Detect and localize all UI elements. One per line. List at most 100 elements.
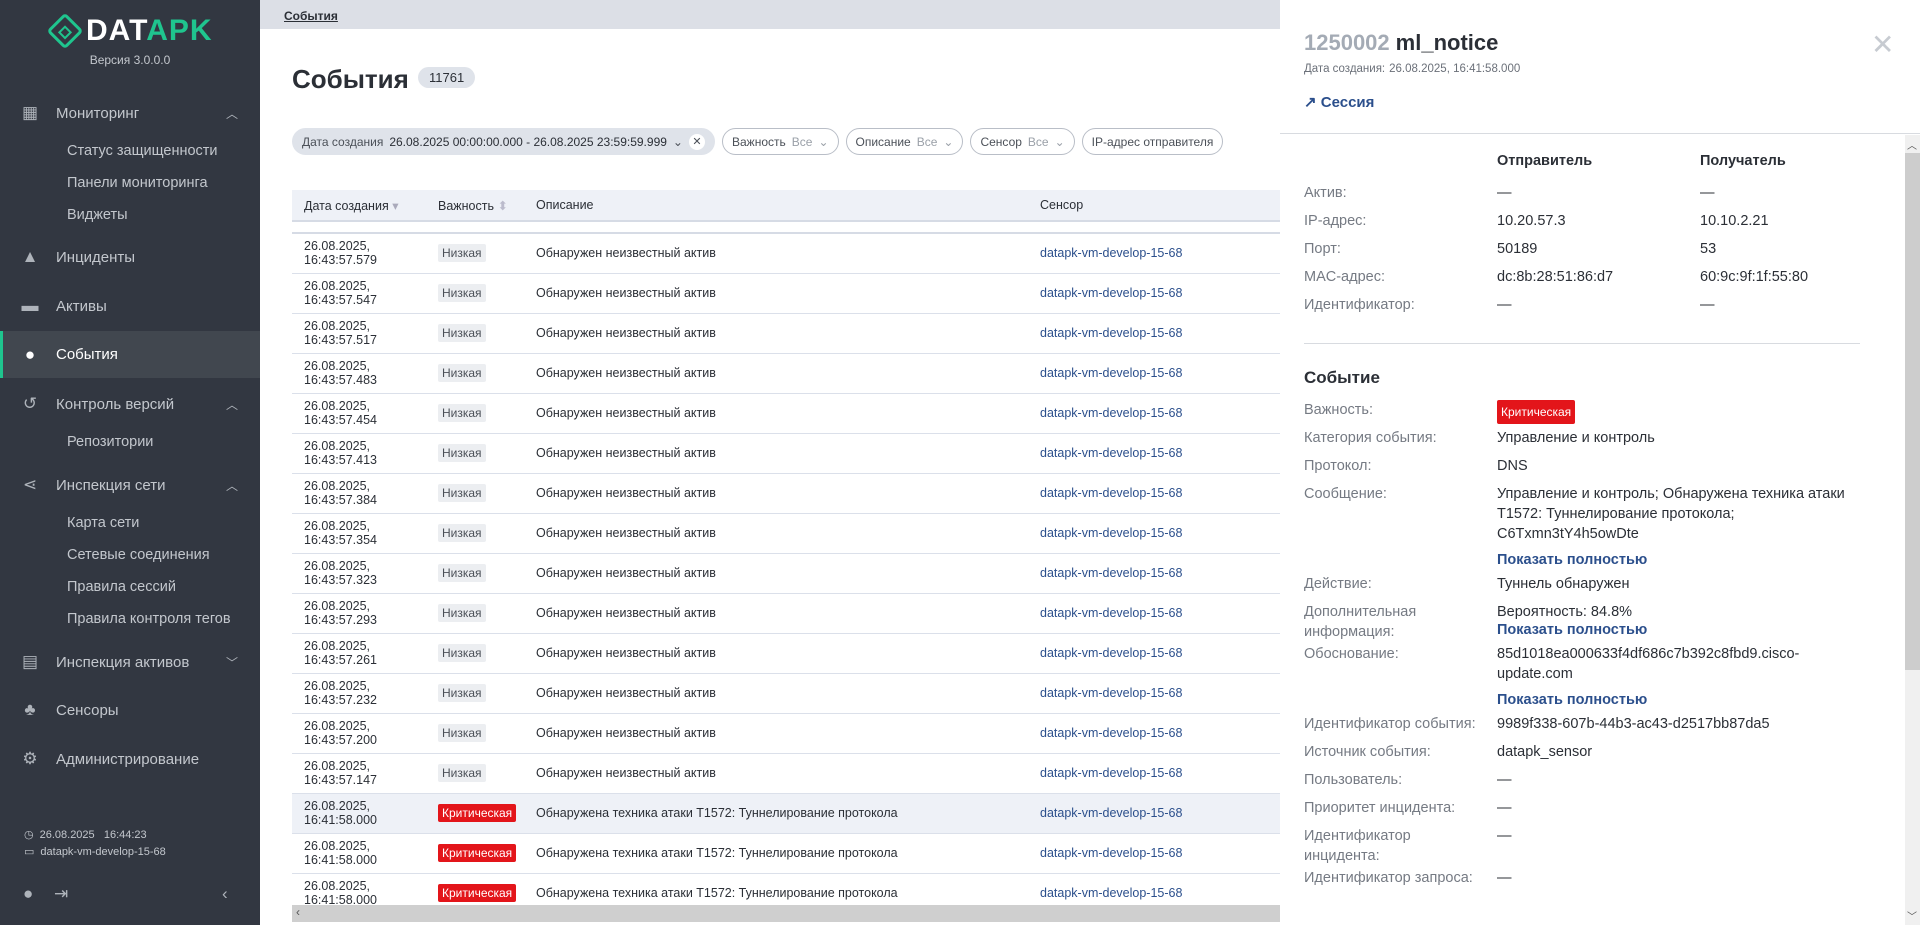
sensor-link[interactable]: datapk-vm-develop-15-68 xyxy=(1040,526,1182,540)
cell-description: Обнаружен неизвестный актив xyxy=(524,393,1028,434)
filter-label: Дата создания xyxy=(302,134,384,149)
nav-incidents[interactable]: ▲ Инциденты xyxy=(0,234,260,280)
breadcrumb-link[interactable]: События xyxy=(284,9,338,23)
nav-network-map[interactable]: Карта сети xyxy=(67,515,139,531)
table-row[interactable]: 26.08.2025, 16:43:57.547 Низкая Обнаруже… xyxy=(292,273,1280,314)
cell-date: 26.08.2025, 16:43:57.323 xyxy=(292,553,426,594)
filter-date[interactable]: Дата создания 26.08.2025 00:00:00.000 - 2… xyxy=(292,128,715,155)
nav-widgets[interactable]: Виджеты xyxy=(67,207,128,223)
nav-sensors[interactable]: ♣ Сенсоры xyxy=(0,687,260,733)
cell-severity: Низкая xyxy=(426,553,524,594)
col-severity[interactable]: Важность ⬍ xyxy=(426,190,524,222)
table-row[interactable]: 26.08.2025, 16:43:57.147 Низкая Обнаруже… xyxy=(292,753,1280,794)
nav-repositories[interactable]: Репозитории xyxy=(67,434,153,450)
col-sensor[interactable]: Сенсор xyxy=(1028,190,1280,222)
cell-severity: Низкая xyxy=(426,473,524,514)
nav-monitoring[interactable]: ▦ Мониторинг ︿ xyxy=(0,90,260,136)
cell-sensor: datapk-vm-develop-15-68 xyxy=(1028,833,1280,874)
table-row[interactable]: 26.08.2025, 16:43:57.293 Низкая Обнаруже… xyxy=(292,593,1280,634)
sensor-link[interactable]: datapk-vm-develop-15-68 xyxy=(1040,326,1182,340)
show-more-link[interactable]: Показать полностью xyxy=(1497,550,1860,570)
table-row[interactable]: 26.08.2025, 16:43:57.483 Низкая Обнаруже… xyxy=(292,353,1280,394)
sensor-link[interactable]: datapk-vm-develop-15-68 xyxy=(1040,446,1182,460)
filter-sender-ip[interactable]: IP-адрес отправителя xyxy=(1081,128,1224,155)
event-name: ml_notice xyxy=(1395,30,1499,55)
sensor-link[interactable]: datapk-vm-develop-15-68 xyxy=(1040,846,1182,860)
cell-severity: Низкая xyxy=(426,433,524,474)
field-value: 9989f338-607b-44b3-ac43-d2517bb87da5 xyxy=(1497,716,1770,732)
sensor-link[interactable]: datapk-vm-develop-15-68 xyxy=(1040,566,1182,580)
table-row[interactable]: 26.08.2025, 16:43:57.384 Низкая Обнаруже… xyxy=(292,473,1280,514)
nav-session-rules[interactable]: Правила сессий xyxy=(67,579,176,595)
sensor-link[interactable]: datapk-vm-develop-15-68 xyxy=(1040,246,1182,260)
table-row[interactable]: 26.08.2025, 16:43:57.354 Низкая Обнаруже… xyxy=(292,513,1280,554)
scroll-down-icon[interactable]: ﹀ xyxy=(1907,908,1917,923)
cell-description: Обнаружен неизвестный актив xyxy=(524,713,1028,754)
scroll-up-icon[interactable]: ︿ xyxy=(1907,137,1917,152)
nav-network-connections[interactable]: Сетевые соединения xyxy=(67,547,210,563)
table-row[interactable]: 26.08.2025, 16:43:57.454 Низкая Обнаруже… xyxy=(292,393,1280,434)
logout-icon[interactable]: ⇥ xyxy=(54,884,68,904)
table-row[interactable]: 26.08.2025, 16:43:57.413 Низкая Обнаруже… xyxy=(292,433,1280,474)
table-row[interactable]: 26.08.2025, 16:41:58.000 Критическая Обн… xyxy=(292,833,1280,874)
table-row[interactable]: 26.08.2025, 16:43:57.232 Низкая Обнаруже… xyxy=(292,673,1280,714)
nav-administration[interactable]: ⚙ Администрирование xyxy=(0,736,260,782)
field-label: Идентификатор запроса: xyxy=(1304,870,1473,886)
nav-network-inspection[interactable]: ⋖ Инспекция сети ︿ xyxy=(0,462,260,508)
filter-severity[interactable]: Важность Все ⌄ xyxy=(721,128,839,155)
filter-sensor[interactable]: Сенсор Все ⌄ xyxy=(970,128,1075,155)
col-date[interactable]: Дата создания ▾ xyxy=(292,190,426,222)
show-more-link[interactable]: Показать полностью xyxy=(1497,620,1860,640)
sensor-link[interactable]: datapk-vm-develop-15-68 xyxy=(1040,286,1182,300)
clock-text: 26.08.2025 16:44:23 xyxy=(39,828,147,841)
session-link[interactable]: ↗ Сессия xyxy=(1304,93,1374,111)
table-row[interactable]: 26.08.2025, 16:43:57.323 Низкая Обнаруже… xyxy=(292,553,1280,594)
scroll-thumb[interactable] xyxy=(1905,153,1920,670)
nav-version-control[interactable]: ↺ Контроль версий ︿ xyxy=(0,381,260,427)
table-row[interactable]: 26.08.2025, 16:43:57.200 Низкая Обнаруже… xyxy=(292,713,1280,754)
sensor-link[interactable]: datapk-vm-develop-15-68 xyxy=(1040,766,1182,780)
filter-description[interactable]: Описание Все ⌄ xyxy=(845,128,964,155)
field-label: Порт: xyxy=(1304,241,1341,257)
table-row[interactable]: 26.08.2025, 16:41:58.000 Критическая Обн… xyxy=(292,793,1280,834)
sensor-link[interactable]: datapk-vm-develop-15-68 xyxy=(1040,366,1182,380)
sensor-link[interactable]: datapk-vm-develop-15-68 xyxy=(1040,726,1182,740)
date-label: Дата создания: xyxy=(1304,63,1386,75)
collapse-sidebar-icon[interactable]: ‹ xyxy=(222,884,228,904)
sensor-link[interactable]: datapk-vm-develop-15-68 xyxy=(1040,886,1182,900)
cell-date: 26.08.2025, 16:43:57.547 xyxy=(292,273,426,314)
sensor-link[interactable]: datapk-vm-develop-15-68 xyxy=(1040,686,1182,700)
nav-assets[interactable]: ▬ Активы xyxy=(0,283,260,329)
field-label: Идентификатор события: xyxy=(1304,716,1476,732)
nav-dashboards[interactable]: Панели мониторинга xyxy=(67,175,208,191)
severity-badge: Низкая xyxy=(438,524,486,542)
event-field: Обоснование: 85d1018ea000633f4df686c7b392… xyxy=(1304,644,1860,684)
clear-filter-icon[interactable]: ✕ xyxy=(688,133,705,150)
nav-security-status[interactable]: Статус защищенности xyxy=(67,143,218,159)
version: Версия 3.0.0.0 xyxy=(89,53,171,67)
nav-asset-inspection[interactable]: ▤ Инспекция активов ﹀ xyxy=(0,639,260,685)
scroll-left-icon[interactable]: ‹ xyxy=(296,905,300,919)
col-description[interactable]: Описание xyxy=(524,190,1028,222)
logo[interactable]: DATAPK xyxy=(46,12,213,50)
sensor-link[interactable]: datapk-vm-develop-15-68 xyxy=(1040,406,1182,420)
field-value: Управление и контроль xyxy=(1497,430,1655,446)
sensor-link[interactable]: datapk-vm-develop-15-68 xyxy=(1040,806,1182,820)
sender-value: 50189 xyxy=(1497,241,1538,257)
show-more-link[interactable]: Показать полностью xyxy=(1497,690,1860,710)
dashboard-icon: ▦ xyxy=(21,103,39,122)
nav-tag-rules[interactable]: Правила контроля тегов xyxy=(67,611,231,627)
sensor-link[interactable]: datapk-vm-develop-15-68 xyxy=(1040,606,1182,620)
table-row[interactable]: 26.08.2025, 16:43:57.261 Низкая Обнаруже… xyxy=(292,633,1280,674)
nav-events[interactable]: ● События xyxy=(0,331,260,378)
cell-date: 26.08.2025, 16:43:57.232 xyxy=(292,673,426,714)
cell-sensor: datapk-vm-develop-15-68 xyxy=(1028,713,1280,754)
sensor-link[interactable]: datapk-vm-develop-15-68 xyxy=(1040,486,1182,500)
table-row[interactable]: 26.08.2025, 16:43:57.517 Низкая Обнаруже… xyxy=(292,313,1280,354)
close-icon[interactable]: ✕ xyxy=(1871,28,1894,61)
table-row[interactable]: 26.08.2025, 16:43:57.579 Низкая Обнаруже… xyxy=(292,233,1280,274)
vertical-scrollbar[interactable]: ︿ ﹀ xyxy=(1905,135,1920,925)
sensor-link[interactable]: datapk-vm-develop-15-68 xyxy=(1040,646,1182,660)
user-icon[interactable]: ● xyxy=(23,884,33,904)
horizontal-scrollbar[interactable]: ‹ xyxy=(292,905,1280,922)
